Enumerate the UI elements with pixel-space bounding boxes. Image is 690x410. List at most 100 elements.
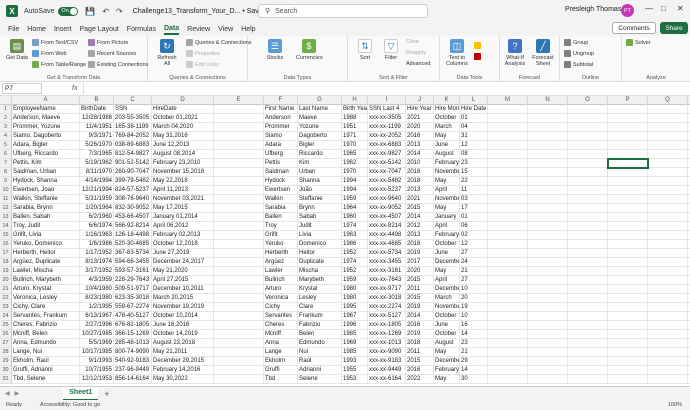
properties-button[interactable]: Properties [186,50,220,57]
table-cell[interactable]: xxx-xx-5237 [368,186,406,195]
table-cell[interactable] [528,114,568,123]
table-cell[interactable] [528,321,568,330]
header-cell[interactable]: Hire Year [406,105,434,114]
table-cell[interactable] [214,321,264,330]
table-cell[interactable] [608,222,648,231]
table-cell[interactable] [608,186,648,195]
table-cell[interactable]: 1996 [342,321,368,330]
table-cell[interactable] [608,204,648,213]
table-cell[interactable]: 1955 [342,366,368,375]
table-cell[interactable]: xxx-xx-9449 [368,366,406,375]
table-cell[interactable]: May 17,2015 [152,204,214,213]
table-cell[interactable]: 2020 [406,267,434,276]
table-cell[interactable] [608,276,648,285]
table-cell[interactable] [568,204,608,213]
table-cell[interactable]: November 03,2021 [152,195,214,204]
table-cell[interactable]: Siamo, Dagoberto [12,132,80,141]
table-cell[interactable]: 23 [460,339,488,348]
table-cell[interactable] [214,141,264,150]
table-cell[interactable]: xxx-xx-7047 [368,168,406,177]
table-cell[interactable] [608,177,648,186]
table-cell[interactable] [214,177,264,186]
edit-links-button[interactable]: Edit Links [186,61,219,68]
table-cell[interactable] [488,132,528,141]
table-cell[interactable] [488,339,528,348]
column-header-i[interactable]: I [368,96,406,105]
refresh-all-button[interactable]: ↻ Refresh All [154,39,180,67]
table-cell[interactable]: May 30,2022 [152,375,214,384]
table-cell[interactable]: Ufberg, Riccardo [12,150,80,159]
table-cell[interactable] [528,159,568,168]
header-cell[interactable]: SSN Last 4 [368,105,406,114]
table-cell[interactable]: Yeruko, Domenico [12,240,80,249]
table-cell[interactable]: Servantes, Frankum [12,312,80,321]
table-cell[interactable]: October [434,114,460,123]
table-cell[interactable]: xxx-xx-4498 [368,231,406,240]
column-header-e[interactable]: E [214,96,264,105]
prev-sheet-icon[interactable]: ◀ [5,390,10,397]
table-cell[interactable]: October 10,2014 [152,312,214,321]
table-cell[interactable]: 15 [460,168,488,177]
table-cell[interactable]: 2013 [406,231,434,240]
table-cell[interactable] [648,213,688,222]
table-cell[interactable]: Riccardo [298,150,342,159]
table-cell[interactable]: 676-82-1805 [114,321,152,330]
recent-sources-button[interactable]: Recent Sources [88,50,136,57]
table-cell[interactable]: Walkin [264,195,298,204]
table-cell[interactable]: 8/11/1970 [80,168,114,177]
table-cell[interactable]: Tbd, Selene [12,375,80,384]
spreadsheet-grid[interactable]: ABCDEFGHIJKLMNOPQR1EmployeeNameBirthDate… [0,96,690,386]
accessibility-status[interactable]: Accessibility: Good to go [40,402,100,408]
table-cell[interactable] [214,267,264,276]
table-cell[interactable]: December 10,2011 [152,285,214,294]
table-cell[interactable] [528,132,568,141]
table-cell[interactable] [608,285,648,294]
table-cell[interactable]: Ballen, Sabah [12,213,80,222]
table-cell[interactable] [528,240,568,249]
header-cell[interactable]: First Name [264,105,298,114]
table-cell[interactable] [608,267,648,276]
table-cell[interactable]: Tbd [264,375,298,384]
table-cell[interactable]: 1/2/1995 [80,303,114,312]
table-cell[interactable]: Prommer, Yozune [12,123,80,132]
table-cell[interactable]: 165-38-1199 [114,123,152,132]
column-header-n[interactable]: N [528,96,568,105]
table-cell[interactable]: Anderson, Maeve [12,114,80,123]
table-cell[interactable]: Arturo, Krystal [12,285,80,294]
table-cell[interactable]: 2011 [406,285,434,294]
table-cell[interactable] [214,258,264,267]
table-cell[interactable] [488,213,528,222]
table-cell[interactable]: Adrianni [298,366,342,375]
table-cell[interactable]: 3/17/1952 [80,267,114,276]
table-cell[interactable]: June [434,249,460,258]
table-cell[interactable] [648,204,688,213]
table-cell[interactable]: Duplicate [298,258,342,267]
table-cell[interactable]: March 04,2020 [152,123,214,132]
table-cell[interactable] [488,195,528,204]
table-cell[interactable]: 285-48-1013 [114,339,152,348]
table-cell[interactable] [648,339,688,348]
table-cell[interactable]: 1951 [342,123,368,132]
table-cell[interactable]: 7/3/1965 [80,150,114,159]
table-cell[interactable]: Grifit [264,231,298,240]
table-cell[interactable] [214,339,264,348]
header-cell[interactable] [648,105,688,114]
table-cell[interactable] [214,213,264,222]
reapply-button[interactable]: Reapply [406,50,426,56]
table-cell[interactable]: August 23,2018 [152,339,214,348]
table-cell[interactable]: 2019 [406,330,434,339]
from-picture-button[interactable]: From Picture [88,39,128,46]
avatar[interactable]: PT [621,4,634,17]
table-cell[interactable]: Lange [264,348,298,357]
table-cell[interactable] [488,312,528,321]
table-cell[interactable]: June [434,141,460,150]
table-cell[interactable]: 14 [460,330,488,339]
table-cell[interactable]: Raúl [298,357,342,366]
table-cell[interactable]: 21 [460,348,488,357]
table-cell[interactable] [648,186,688,195]
table-cell[interactable]: 593-57-3161 [114,267,152,276]
table-cell[interactable]: Pettis, Kim [12,159,80,168]
table-cell[interactable]: Mcniff [264,330,298,339]
table-cell[interactable]: 1985 [342,330,368,339]
table-cell[interactable]: 478-40-5127 [114,312,152,321]
